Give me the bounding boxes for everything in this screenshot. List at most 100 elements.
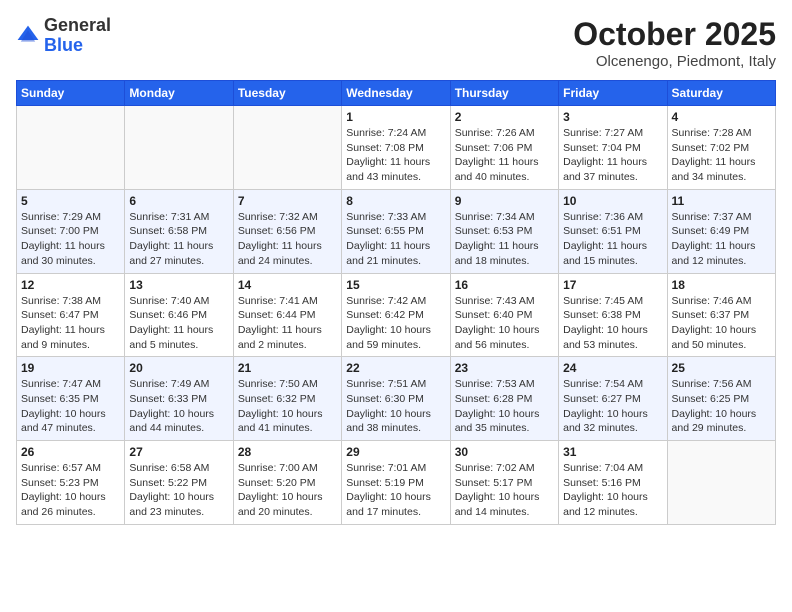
logo-icon — [16, 24, 40, 48]
day-number: 23 — [455, 361, 554, 375]
day-info: Sunrise: 7:41 AM Sunset: 6:44 PM Dayligh… — [238, 294, 337, 353]
day-number: 17 — [563, 278, 662, 292]
day-info: Sunrise: 7:56 AM Sunset: 6:25 PM Dayligh… — [672, 377, 771, 436]
day-number: 11 — [672, 194, 771, 208]
day-number: 4 — [672, 110, 771, 124]
table-row: 30 Sunrise: 7:02 AM Sunset: 5:17 PM Dayli… — [450, 441, 558, 525]
day-number: 6 — [129, 194, 228, 208]
day-info: Sunrise: 7:37 AM Sunset: 6:49 PM Dayligh… — [672, 210, 771, 269]
table-row — [17, 106, 125, 190]
calendar-week-row: 19Sunrise: 7:47 AM Sunset: 6:35 PM Dayli… — [17, 357, 776, 441]
table-row: 8Sunrise: 7:33 AM Sunset: 6:55 PM Daylig… — [342, 189, 450, 273]
table-row — [667, 441, 775, 525]
table-row: 20 Sunrise: 7:49 AM Sunset: 6:33 PM Dayli… — [125, 357, 233, 441]
table-row — [125, 106, 233, 190]
table-row: 6 Sunrise: 7:31 AM Sunset: 6:58 PM Daylig… — [125, 189, 233, 273]
table-row: 10 Sunrise: 7:36 AM Sunset: 6:51 PM Dayli… — [559, 189, 667, 273]
day-number: 26 — [21, 445, 120, 459]
table-row: 12 Sunrise: 7:38 AM Sunset: 6:47 PM Dayli… — [17, 273, 125, 357]
table-row: 29 Sunrise: 7:01 AM Sunset: 5:19 PM Dayli… — [342, 441, 450, 525]
day-info: Sunrise: 7:49 AM Sunset: 6:33 PM Dayligh… — [129, 377, 228, 436]
day-number: 16 — [455, 278, 554, 292]
table-row: 19Sunrise: 7:47 AM Sunset: 6:35 PM Dayli… — [17, 357, 125, 441]
day-info: Sunrise: 7:27 AM Sunset: 7:04 PM Dayligh… — [563, 126, 662, 185]
table-row: 1 Sunrise: 7:24 AM Sunset: 7:08 PM Daylig… — [342, 106, 450, 190]
day-number: 30 — [455, 445, 554, 459]
table-row: 18 Sunrise: 7:46 AM Sunset: 6:37 PM Dayli… — [667, 273, 775, 357]
day-info: Sunrise: 7:33 AM Sunset: 6:55 PM Dayligh… — [346, 210, 445, 269]
day-number: 9 — [455, 194, 554, 208]
table-row: 16 Sunrise: 7:43 AM Sunset: 6:40 PM Dayli… — [450, 273, 558, 357]
day-number: 24 — [563, 361, 662, 375]
header: General Blue October 2025 Olcenengo, Pie… — [16, 16, 776, 70]
day-info: Sunrise: 7:38 AM Sunset: 6:47 PM Dayligh… — [21, 294, 120, 353]
logo-text: General Blue — [44, 16, 111, 56]
day-info: Sunrise: 7:53 AM Sunset: 6:28 PM Dayligh… — [455, 377, 554, 436]
location: Olcenengo, Piedmont, Italy — [573, 53, 776, 70]
day-number: 12 — [21, 278, 120, 292]
day-info: Sunrise: 7:01 AM Sunset: 5:19 PM Dayligh… — [346, 461, 445, 520]
day-number: 29 — [346, 445, 445, 459]
table-row: 7Sunrise: 7:32 AM Sunset: 6:56 PM Daylig… — [233, 189, 341, 273]
day-header: Monday — [125, 81, 233, 106]
day-info: Sunrise: 7:28 AM Sunset: 7:02 PM Dayligh… — [672, 126, 771, 185]
day-header: Friday — [559, 81, 667, 106]
table-row: 5 Sunrise: 7:29 AM Sunset: 7:00 PM Daylig… — [17, 189, 125, 273]
day-header: Saturday — [667, 81, 775, 106]
day-info: Sunrise: 7:31 AM Sunset: 6:58 PM Dayligh… — [129, 210, 228, 269]
calendar-week-row: 26 Sunrise: 6:57 AM Sunset: 5:23 PM Dayli… — [17, 441, 776, 525]
table-row: 3 Sunrise: 7:27 AM Sunset: 7:04 PM Daylig… — [559, 106, 667, 190]
table-row: 9Sunrise: 7:34 AM Sunset: 6:53 PM Daylig… — [450, 189, 558, 273]
day-number: 10 — [563, 194, 662, 208]
table-row: 17 Sunrise: 7:45 AM Sunset: 6:38 PM Dayli… — [559, 273, 667, 357]
calendar-week-row: 12 Sunrise: 7:38 AM Sunset: 6:47 PM Dayli… — [17, 273, 776, 357]
day-info: Sunrise: 7:04 AM Sunset: 5:16 PM Dayligh… — [563, 461, 662, 520]
table-row: 22 Sunrise: 7:51 AM Sunset: 6:30 PM Dayli… — [342, 357, 450, 441]
logo: General Blue — [16, 16, 111, 56]
day-number: 1 — [346, 110, 445, 124]
day-number: 7 — [238, 194, 337, 208]
day-info: Sunrise: 7:02 AM Sunset: 5:17 PM Dayligh… — [455, 461, 554, 520]
table-row: 4 Sunrise: 7:28 AM Sunset: 7:02 PM Daylig… — [667, 106, 775, 190]
day-number: 2 — [455, 110, 554, 124]
table-row: 26 Sunrise: 6:57 AM Sunset: 5:23 PM Dayli… — [17, 441, 125, 525]
day-info: Sunrise: 7:00 AM Sunset: 5:20 PM Dayligh… — [238, 461, 337, 520]
day-number: 31 — [563, 445, 662, 459]
day-header: Tuesday — [233, 81, 341, 106]
table-row: 24Sunrise: 7:54 AM Sunset: 6:27 PM Dayli… — [559, 357, 667, 441]
day-info: Sunrise: 7:46 AM Sunset: 6:37 PM Dayligh… — [672, 294, 771, 353]
table-row: 28Sunrise: 7:00 AM Sunset: 5:20 PM Dayli… — [233, 441, 341, 525]
day-number: 5 — [21, 194, 120, 208]
day-number: 22 — [346, 361, 445, 375]
day-header: Thursday — [450, 81, 558, 106]
day-info: Sunrise: 7:51 AM Sunset: 6:30 PM Dayligh… — [346, 377, 445, 436]
day-info: Sunrise: 6:58 AM Sunset: 5:22 PM Dayligh… — [129, 461, 228, 520]
table-row: 23 Sunrise: 7:53 AM Sunset: 6:28 PM Dayli… — [450, 357, 558, 441]
day-info: Sunrise: 6:57 AM Sunset: 5:23 PM Dayligh… — [21, 461, 120, 520]
calendar-week-row: 1 Sunrise: 7:24 AM Sunset: 7:08 PM Daylig… — [17, 106, 776, 190]
table-row: 31 Sunrise: 7:04 AM Sunset: 5:16 PM Dayli… — [559, 441, 667, 525]
table-row: 13 Sunrise: 7:40 AM Sunset: 6:46 PM Dayli… — [125, 273, 233, 357]
day-number: 13 — [129, 278, 228, 292]
day-info: Sunrise: 7:42 AM Sunset: 6:42 PM Dayligh… — [346, 294, 445, 353]
title-section: October 2025 Olcenengo, Piedmont, Italy — [573, 16, 776, 70]
calendar-week-row: 5 Sunrise: 7:29 AM Sunset: 7:00 PM Daylig… — [17, 189, 776, 273]
day-info: Sunrise: 7:43 AM Sunset: 6:40 PM Dayligh… — [455, 294, 554, 353]
table-row: 2Sunrise: 7:26 AM Sunset: 7:06 PM Daylig… — [450, 106, 558, 190]
day-number: 14 — [238, 278, 337, 292]
day-number: 25 — [672, 361, 771, 375]
day-header: Wednesday — [342, 81, 450, 106]
day-info: Sunrise: 7:24 AM Sunset: 7:08 PM Dayligh… — [346, 126, 445, 185]
day-number: 18 — [672, 278, 771, 292]
day-number: 3 — [563, 110, 662, 124]
day-info: Sunrise: 7:36 AM Sunset: 6:51 PM Dayligh… — [563, 210, 662, 269]
day-header: Sunday — [17, 81, 125, 106]
day-number: 19 — [21, 361, 120, 375]
day-number: 20 — [129, 361, 228, 375]
table-row: 27 Sunrise: 6:58 AM Sunset: 5:22 PM Dayli… — [125, 441, 233, 525]
day-info: Sunrise: 7:40 AM Sunset: 6:46 PM Dayligh… — [129, 294, 228, 353]
day-info: Sunrise: 7:29 AM Sunset: 7:00 PM Dayligh… — [21, 210, 120, 269]
header-row: SundayMondayTuesdayWednesdayThursdayFrid… — [17, 81, 776, 106]
day-number: 27 — [129, 445, 228, 459]
day-info: Sunrise: 7:45 AM Sunset: 6:38 PM Dayligh… — [563, 294, 662, 353]
